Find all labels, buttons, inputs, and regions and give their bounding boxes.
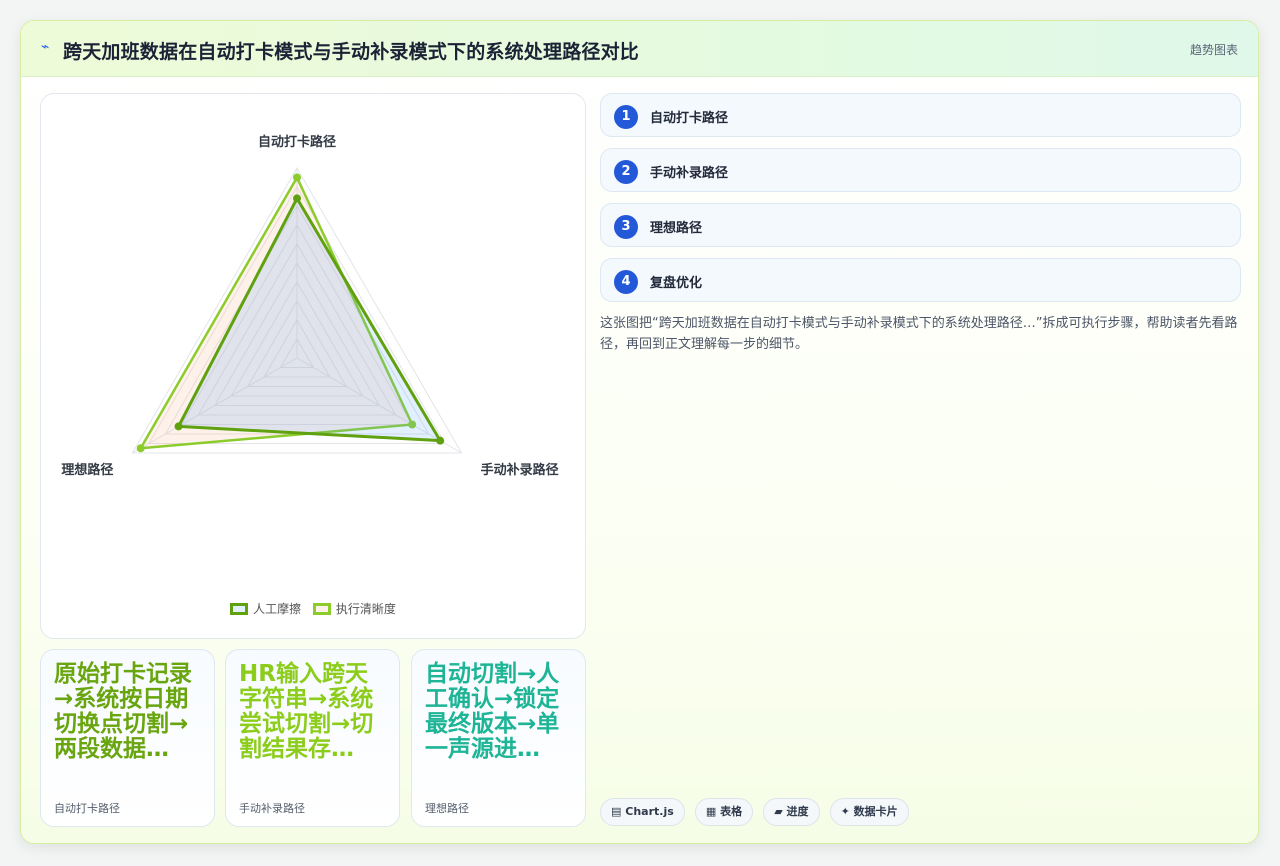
step-item-2[interactable]: 2 手动补录路径 xyxy=(600,148,1241,192)
legend-swatch xyxy=(230,602,249,615)
radar-chart-panel: 自动打卡路径手动补录路径 理想路径 人工摩擦 执行清晰度 xyxy=(40,93,586,639)
header-bar: ⌁ 跨天加班数据在自动打卡模式与手动补录模式下的系统处理路径对比 趋势图表 xyxy=(21,21,1258,77)
chip-data-card[interactable]: ✦ 数据卡片 xyxy=(829,798,909,826)
step-number-badge: 4 xyxy=(614,270,638,294)
step-list: 1 自动打卡路径 2 手动补录路径 3 理想路径 4 复盘优化 xyxy=(600,93,1241,313)
radar-axis-label: 手动补录路径 xyxy=(481,462,559,478)
table-icon: ▦ xyxy=(705,805,717,818)
step-number-badge: 1 xyxy=(614,105,638,129)
step-label: 理想路径 xyxy=(650,221,703,236)
summary-card-caption: 自动打卡路径 xyxy=(54,802,120,815)
chart-icon: ▤ xyxy=(611,805,622,818)
chip-label: 数据卡片 xyxy=(853,805,898,818)
chart-legend: 人工摩擦 执行清晰度 xyxy=(41,600,585,618)
chip-table[interactable]: ▦ 表格 xyxy=(694,798,754,826)
legend-item-1[interactable]: 执行清晰度 xyxy=(312,600,396,617)
summary-card-caption: 手动补录路径 xyxy=(239,802,305,815)
legend-item-0[interactable]: 人工摩擦 xyxy=(230,600,301,617)
step-item-1[interactable]: 1 自动打卡路径 xyxy=(600,93,1241,137)
summary-card-text: HR输入跨天字符串→系统尝试切割→切割结果存… xyxy=(239,661,374,762)
legend-label: 人工摩擦 xyxy=(253,602,302,616)
radar-data-point xyxy=(136,444,145,453)
radar-data-point xyxy=(293,194,301,203)
chart-description: 这张图把“跨天加班数据在自动打卡模式与手动补录模式下的系统处理路径…”拆成可执行… xyxy=(600,316,1238,352)
trend-icon: ⌁ xyxy=(41,39,50,55)
legend-swatch xyxy=(312,602,331,615)
chip-label: Chart.js xyxy=(625,805,674,818)
radar-data-point xyxy=(174,422,183,431)
summary-card-ideal: 自动切割→人工确认→锁定最终版本→单一声源进… 理想路径 xyxy=(411,649,586,827)
chip-label: 表格 xyxy=(720,805,743,818)
sparkle-icon: ✦ xyxy=(840,805,850,818)
summary-card-auto: 原始打卡记录→系统按日期切换点切割→两段数据… 自动打卡路径 xyxy=(40,649,215,827)
step-label: 手动补录路径 xyxy=(650,166,729,181)
step-number-badge: 2 xyxy=(614,160,638,184)
chip-progress[interactable]: ▰ 进度 xyxy=(763,798,820,826)
page-title: 跨天加班数据在自动打卡模式与手动补录模式下的系统处理路径对比 xyxy=(63,41,640,63)
summary-card-caption: 理想路径 xyxy=(425,802,469,815)
chip-label: 进度 xyxy=(786,805,809,818)
step-number-badge: 3 xyxy=(614,215,638,239)
chart-type-tag: 趋势图表 xyxy=(1189,43,1238,57)
step-item-3[interactable]: 3 理想路径 xyxy=(600,203,1241,247)
chip-chartjs[interactable]: ▤ Chart.js xyxy=(600,798,685,826)
radar-data-point xyxy=(436,436,445,445)
step-label: 复盘优化 xyxy=(650,276,703,291)
main-card: ⌁ 跨天加班数据在自动打卡模式与手动补录模式下的系统处理路径对比 趋势图表 自动… xyxy=(20,20,1259,844)
radar-data-point xyxy=(293,173,301,182)
radar-chart: 自动打卡路径手动补录路径 理想路径 xyxy=(61,134,559,478)
radar-axis-label: 理想路径 xyxy=(61,462,113,478)
step-item-4[interactable]: 4 复盘优化 xyxy=(600,258,1241,302)
legend-label: 执行清晰度 xyxy=(335,602,396,616)
progress-icon: ▰ xyxy=(774,805,783,818)
radar-axis-label: 自动打卡路径 xyxy=(258,134,336,150)
summary-card-text: 自动切割→人工确认→锁定最终版本→单一声源进… xyxy=(425,661,560,762)
summary-card-manual: HR输入跨天字符串→系统尝试切割→切割结果存… 手动补录路径 xyxy=(225,649,400,827)
step-label: 自动打卡路径 xyxy=(650,111,729,126)
summary-card-text: 原始打卡记录→系统按日期切换点切割→两段数据… xyxy=(54,661,192,762)
tool-chips: ▤ Chart.js ▦ 表格 ▰ 进度 ✦ 数据卡片 xyxy=(600,798,914,826)
